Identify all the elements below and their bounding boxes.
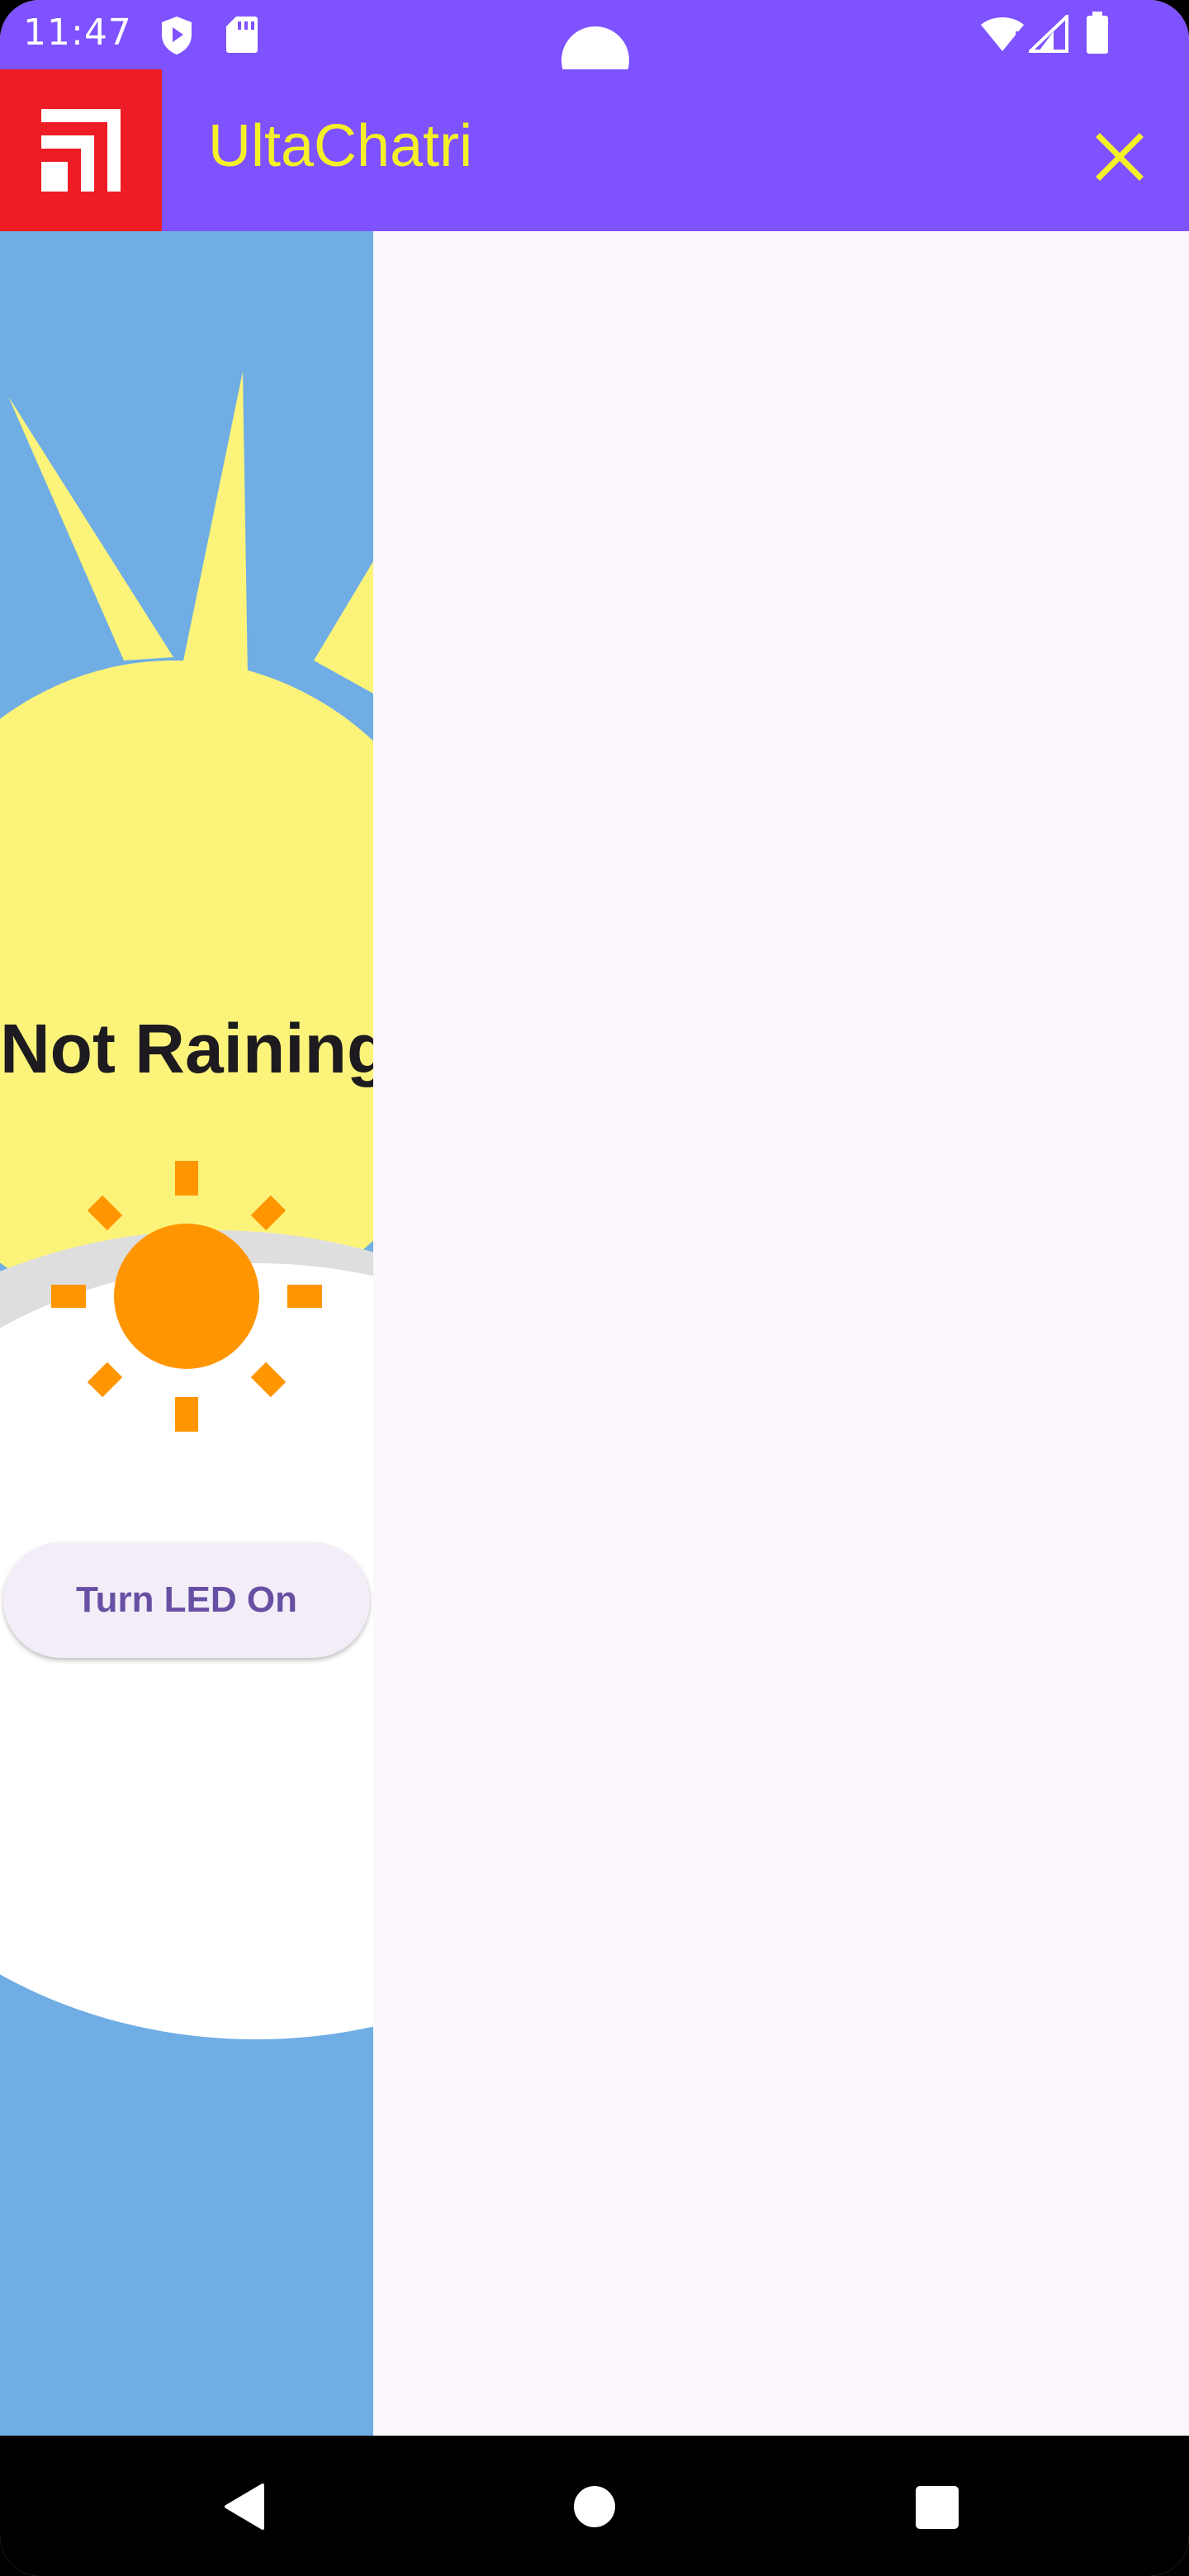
close-icon [1096, 133, 1144, 181]
recents-icon[interactable] [915, 2485, 959, 2530]
close-button[interactable] [1088, 125, 1151, 188]
main-content: Not Raining Turn LED On [0, 231, 1189, 2436]
weather-panel: Not Raining Turn LED On [0, 231, 373, 2436]
shield-play-icon [162, 17, 192, 54]
weather-status-text: Not Raining [0, 1010, 373, 1087]
home-icon[interactable] [573, 2485, 616, 2528]
sd-card-icon [226, 17, 258, 53]
turn-led-on-button[interactable]: Turn LED On [3, 1542, 370, 1658]
sun-icon [51, 1161, 322, 1432]
navigation-bar [0, 2436, 1189, 2576]
app-title: UltaChatri [208, 113, 473, 179]
status-time: 11:47 [23, 12, 132, 54]
app-logo-icon [41, 109, 121, 192]
app-bar: UltaChatri [0, 69, 1189, 231]
app-logo [0, 69, 162, 231]
app-frame: 11:47 UltaChatri Not Raining Turn LED On [0, 0, 1189, 2576]
signal-icon [1029, 15, 1068, 53]
battery-icon [1087, 12, 1108, 54]
wifi-icon [981, 17, 1024, 51]
back-icon[interactable] [220, 2480, 272, 2533]
